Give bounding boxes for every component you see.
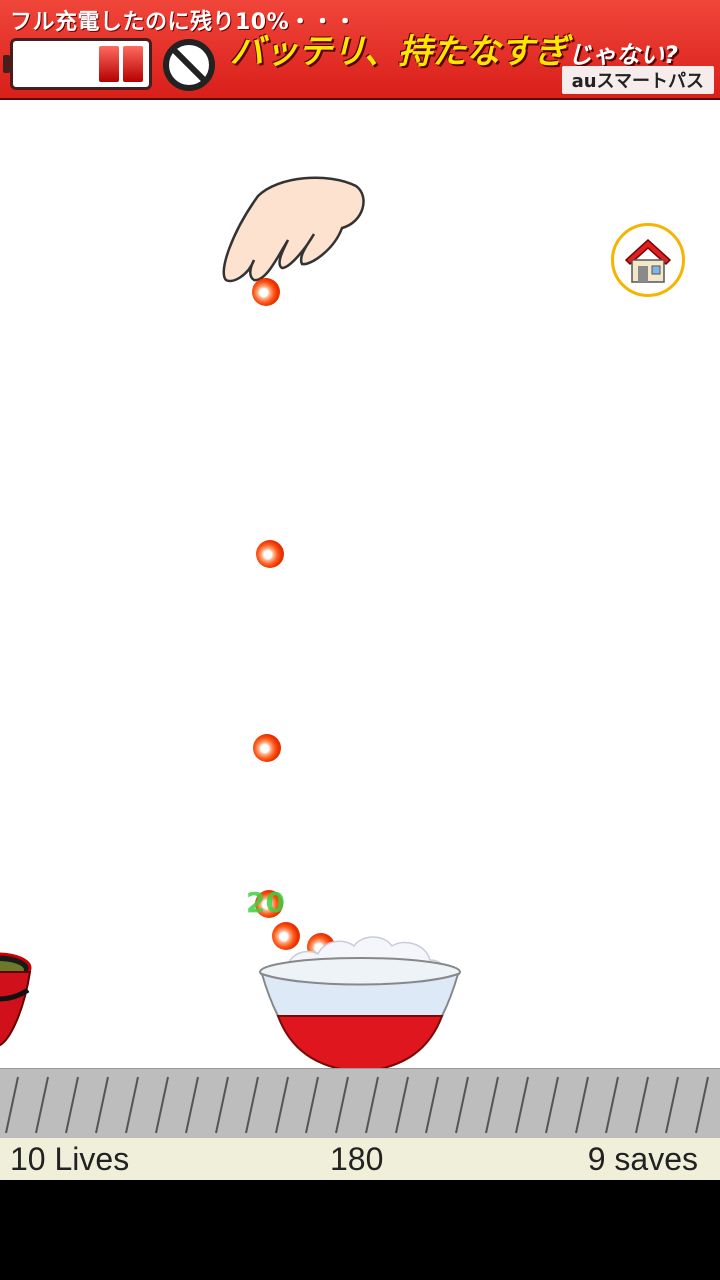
conveyor-belt [0,1068,720,1139]
salmon-roe-icon [256,540,284,568]
home-icon [624,238,672,283]
soup-bowl-icon [0,952,32,1047]
floating-score: 20 [246,886,285,919]
hand-pointing-icon [222,176,365,283]
game-status-bar: 10 Lives 180 9 saves [0,1138,720,1180]
lives-counter: 10 Lives [10,1141,130,1177]
prohibited-icon [163,39,215,91]
salmon-roe-icon [252,278,280,306]
salmon-roe-icon [253,734,281,762]
saves-counter: 9 saves [587,1141,698,1177]
home-button[interactable] [611,223,685,297]
ad-brand-label: auスマートパス [561,66,714,94]
battery-icon [3,38,152,90]
system-nav-area [0,1180,720,1280]
score-counter: 180 [330,1141,384,1177]
ad-banner[interactable]: フル充電したのに残り10%・・・ バッテリ、持たなすぎじゃない? auスマートパ… [0,0,720,100]
